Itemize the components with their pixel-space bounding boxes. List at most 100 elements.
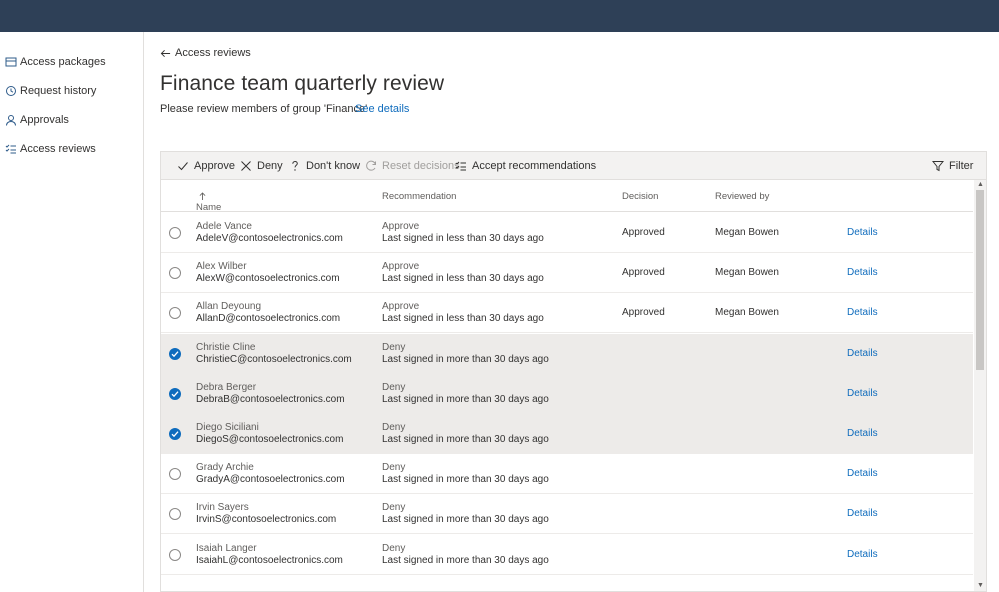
recommendation-cell: Deny Last signed in more than 30 days ago	[382, 543, 549, 567]
row-select-radio[interactable]	[169, 548, 181, 561]
vertical-scrollbar[interactable]: ▲ ▼	[974, 180, 986, 591]
member-name: Isaiah Langer	[196, 542, 257, 554]
recommendation-value: Approve	[382, 221, 420, 232]
details-link[interactable]: Details	[847, 388, 878, 400]
sidebar-item-request-history[interactable]: Request history	[4, 81, 96, 101]
accept-recommendations-button[interactable]: Accept recommendations	[455, 158, 596, 174]
recommendation-detail: Last signed in more than 30 days ago	[382, 393, 549, 405]
member-cell: Grady Archie GradyA@contosoelectronics.co…	[196, 462, 345, 486]
table-row[interactable]: Debra Berger DebraB@contosoelectronics.co…	[161, 373, 973, 414]
table-row[interactable]: Adele Vance AdeleV@contosoelectronics.com…	[161, 213, 973, 253]
recommendation-value: Deny	[382, 462, 406, 474]
reset-decisions-button[interactable]: Reset decisions	[365, 158, 460, 174]
person-icon	[4, 113, 18, 127]
scroll-down-icon[interactable]: ▼	[977, 582, 984, 589]
recommendation-value: Deny	[382, 341, 406, 353]
row-select-radio[interactable]	[169, 267, 181, 280]
recommendation-value: Deny	[382, 502, 406, 514]
details-link[interactable]: Details	[847, 549, 878, 561]
deny-label: Deny	[257, 160, 283, 172]
table-row[interactable]: Alex Wilber AlexW@contosoelectronics.com A…	[161, 253, 973, 294]
sidebar-item-label: Access reviews	[20, 143, 96, 155]
accept-recommendations-label: Accept recommendations	[472, 160, 597, 172]
sidebar-item-approvals[interactable]: Approvals	[4, 110, 69, 130]
column-header-recommendation[interactable]: Recommendation	[382, 191, 456, 202]
member-email: AlexW@contosoelectronics.com	[196, 273, 340, 285]
recommendation-detail: Last signed in less than 30 days ago	[382, 273, 544, 285]
recommendation-detail: Last signed in more than 30 days ago	[382, 353, 549, 365]
row-select-radio[interactable]	[169, 387, 181, 400]
table-row[interactable]: Isaiah Langer IsaiahL@contosoelectronics.…	[161, 534, 973, 575]
recommendation-detail: Last signed in more than 30 days ago	[382, 554, 549, 566]
row-select-radio[interactable]	[169, 307, 181, 320]
details-link[interactable]: Details	[847, 267, 878, 279]
approve-button[interactable]: Approve	[177, 158, 235, 174]
details-link[interactable]: Details	[847, 428, 878, 440]
details-link[interactable]: Details	[847, 508, 878, 520]
toolbar: Approve Deny Don't know Reset decisions …	[161, 152, 986, 180]
sidebar-item-label: Approvals	[20, 114, 69, 126]
filter-button[interactable]: Filter	[932, 158, 973, 174]
sidebar-item-label: Request history	[20, 85, 97, 97]
page-title: Finance team quarterly review	[160, 72, 445, 95]
row-select-radio[interactable]	[169, 347, 181, 360]
checklist-icon	[4, 142, 18, 156]
column-header-reviewed-by[interactable]: Reviewed by	[715, 191, 769, 202]
check-icon	[171, 391, 179, 397]
table-row[interactable]: Diego Siciliani DiegoS@contosoelectronics…	[161, 414, 973, 454]
details-link[interactable]: Details	[847, 227, 878, 239]
table-row[interactable]: Allan Deyoung AllanD@contosoelectronics.c…	[161, 293, 973, 334]
member-email: IrvinS@contosoelectronics.com	[196, 514, 337, 526]
table-row[interactable]: Grady Archie GradyA@contosoelectronics.co…	[161, 454, 973, 495]
page-subtitle: Please review members of group 'Finance'	[160, 103, 368, 115]
dont-know-button[interactable]: Don't know	[289, 158, 360, 174]
table-row[interactable]: Irvin Sayers IrvinS@contosoelectronics.co…	[161, 494, 973, 535]
table-row[interactable]: Christie Cline ChristieC@contosoelectroni…	[161, 333, 973, 374]
recommendation-cell: Approve Last signed in less than 30 days …	[382, 221, 544, 245]
member-email: DiegoS@contosoelectronics.com	[196, 434, 344, 445]
sidebar-item-access-packages[interactable]: Access packages	[4, 52, 106, 72]
member-email: DebraB@contosoelectronics.com	[196, 393, 345, 405]
member-email: GradyA@contosoelectronics.com	[196, 474, 345, 486]
reviewed-by-value: Megan Bowen	[715, 267, 779, 279]
filter-label: Filter	[949, 160, 974, 172]
member-cell: Christie Cline ChristieC@contosoelectroni…	[196, 342, 352, 366]
sidebar-item-access-reviews[interactable]: Access reviews	[4, 139, 96, 159]
sort-ascending-icon	[199, 192, 206, 200]
checklist-icon	[455, 161, 466, 171]
reset-decisions-label: Reset decisions	[382, 160, 460, 172]
column-name-label: Name	[196, 202, 222, 213]
recommendation-detail: Last signed in more than 30 days ago	[382, 434, 549, 445]
recommendation-cell: Deny Last signed in more than 30 days ago	[382, 342, 549, 366]
row-select-radio[interactable]	[169, 428, 181, 440]
recommendation-cell: Deny Last signed in more than 30 days ago	[382, 382, 549, 406]
column-header-decision[interactable]: Decision	[622, 191, 658, 202]
member-name: Diego Siciliani	[196, 422, 259, 433]
recommendation-detail: Last signed in more than 30 days ago	[382, 474, 549, 486]
scroll-up-icon[interactable]: ▲	[977, 181, 984, 188]
back-to-access-reviews[interactable]: Access reviews	[160, 47, 251, 59]
main-content: Access reviews Finance team quarterly re…	[145, 32, 999, 592]
recommendation-cell: Approve Last signed in less than 30 days …	[382, 301, 544, 325]
close-icon	[241, 161, 251, 171]
question-icon	[292, 160, 298, 171]
package-icon	[4, 55, 18, 69]
row-select-radio[interactable]	[169, 468, 181, 481]
see-details-link[interactable]: See details	[355, 103, 409, 115]
sidebar-item-label: Access packages	[20, 56, 106, 68]
details-link[interactable]: Details	[847, 307, 878, 319]
details-link[interactable]: Details	[847, 468, 878, 480]
row-select-radio[interactable]	[169, 227, 181, 239]
row-select-radio[interactable]	[169, 508, 181, 521]
member-cell: Irvin Sayers IrvinS@contosoelectronics.co…	[196, 502, 336, 526]
member-email: AdeleV@contosoelectronics.com	[196, 233, 343, 244]
column-header-name[interactable]: Name	[196, 191, 221, 213]
member-email: AllanD@contosoelectronics.com	[196, 313, 341, 325]
details-link[interactable]: Details	[847, 348, 878, 360]
scrollbar-thumb[interactable]	[976, 190, 984, 370]
deny-button[interactable]: Deny	[240, 158, 283, 174]
recommendation-cell: Deny Last signed in more than 30 days ago	[382, 422, 549, 446]
recommendation-value: Deny	[382, 422, 406, 433]
table-header: Name Recommendation Decision Reviewed by	[161, 180, 973, 213]
member-name: Alex Wilber	[196, 261, 247, 273]
